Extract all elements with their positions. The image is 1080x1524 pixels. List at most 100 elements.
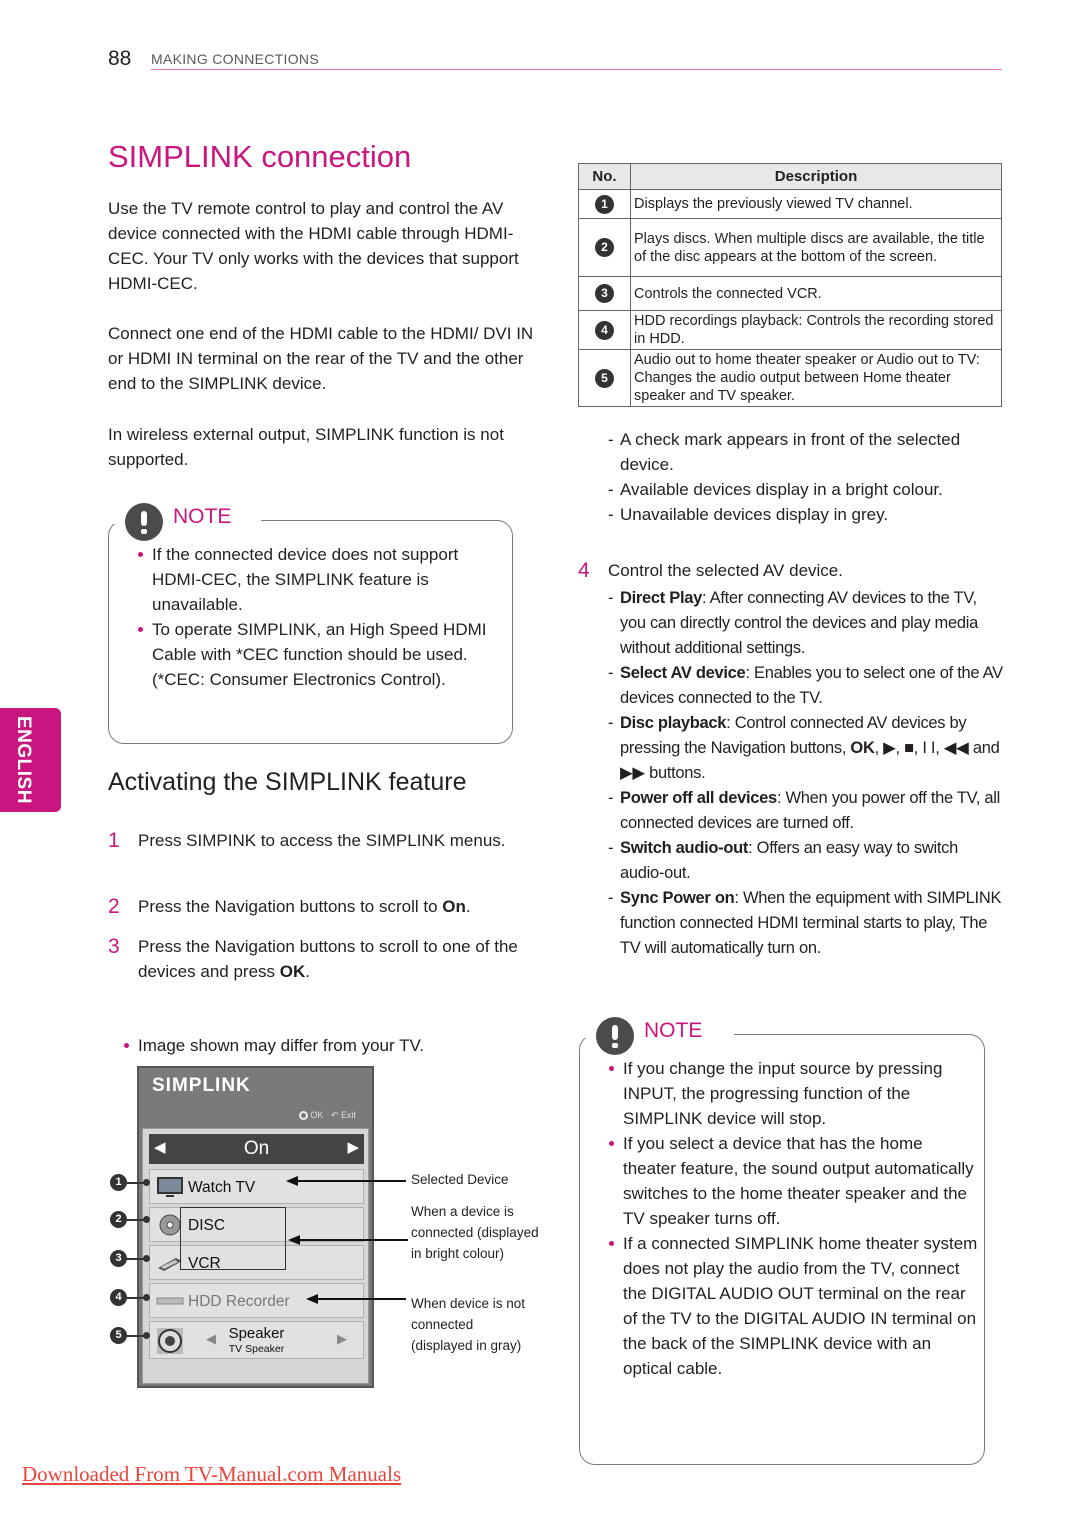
note-list: If you change the input source by pressi…: [608, 1056, 978, 1381]
table-row: 3 Controls the connected VCR.: [578, 276, 1002, 311]
step-bold: On: [442, 897, 466, 916]
note-item: If you change the input source by pressi…: [608, 1056, 978, 1131]
back-icon: ↶: [330, 1110, 339, 1120]
arrow-line: [316, 1298, 406, 1300]
callout-number: 1: [110, 1174, 127, 1191]
device-label: Speaker: [228, 1325, 285, 1342]
language-tab-label: ENGLISH: [13, 716, 34, 804]
table-row: 1 Displays the previously viewed TV chan…: [578, 189, 1002, 219]
page-number: 88: [108, 47, 132, 70]
step-number: 3: [108, 935, 120, 958]
hint-ok: OK: [310, 1110, 324, 1120]
ok-icon: [298, 1111, 308, 1121]
speaker-right-arrow-icon[interactable]: ▶: [337, 1331, 347, 1347]
arrow-left-icon: [288, 1235, 300, 1245]
hint-exit: Exit: [340, 1110, 356, 1120]
dash-item: Unavailable devices display in grey.: [608, 502, 1008, 527]
right-arrow-icon[interactable]: ▶: [347, 1138, 359, 1156]
description-table: No. Description 1 Displays the previousl…: [578, 163, 1002, 407]
section-subtitle: Activating the SIMPLINK feature: [108, 768, 467, 796]
device-display-notes: A check mark appears in front of the sel…: [608, 427, 1008, 527]
section-title: MAKING CONNECTIONS: [151, 51, 319, 67]
device-row-watch-tv[interactable]: Watch TV: [149, 1169, 364, 1204]
callout-number: 3: [110, 1250, 127, 1267]
arrow-left-icon: [286, 1176, 298, 1186]
mode-value: On: [243, 1138, 270, 1159]
device-label: Watch TV: [188, 1179, 256, 1196]
row-description: Audio out to home theater speaker or Aud…: [630, 349, 1002, 407]
feature-item: Select AV device: Enables you to select …: [608, 661, 1003, 711]
row-description: HDD recordings playback: Controls the re…: [630, 310, 1002, 350]
footer-source-link[interactable]: Downloaded From TV-Manual.com Manuals: [22, 1462, 401, 1487]
exclamation-icon: [596, 1017, 634, 1055]
step-number: 2: [108, 895, 120, 918]
step-text: Control the selected AV device.: [608, 561, 843, 580]
header-divider: [151, 69, 1002, 70]
row-number: 4: [595, 320, 614, 340]
language-tab: ENGLISH: [0, 708, 61, 812]
intro-paragraph: In wireless external output, SIMPLINK fu…: [108, 425, 504, 469]
row-number: 1: [595, 194, 614, 214]
dash-item: Available devices display in a bright co…: [608, 477, 1008, 502]
header-no: No.: [578, 163, 631, 190]
arrow-left-icon: [306, 1294, 318, 1304]
step-text: Press SIMPINK to access the SIMPLINK men…: [138, 831, 506, 850]
feature-item: Direct Play: After connecting AV devices…: [608, 586, 1003, 661]
arrow-line: [296, 1180, 406, 1182]
header-description: Description: [630, 163, 1002, 190]
note-item: If a connected SIMPLINK home theater sys…: [608, 1231, 978, 1381]
feature-term: Switch audio-out: [620, 839, 749, 857]
dash-item: A check mark appears in front of the sel…: [608, 427, 1008, 477]
callout-number: 4: [110, 1289, 127, 1306]
image-note: Image shown may differ from your TV.: [123, 1033, 523, 1058]
note-list: If the connected device does not support…: [137, 542, 507, 692]
device-row-speaker[interactable]: ◀ Speaker TV Speaker ▶: [149, 1321, 364, 1359]
legend-connected: When a device is connected (displayed in…: [411, 1204, 539, 1261]
image-note-item: Image shown may differ from your TV.: [123, 1033, 523, 1058]
intro-paragraph: Connect one end of the HDMI cable to the…: [108, 324, 534, 393]
step-text-end: .: [305, 962, 310, 981]
callout-dot: [143, 1216, 150, 1223]
av-control-list: Direct Play: After connecting AV devices…: [608, 586, 1003, 961]
feature-item: Disc playback: Control connected AV devi…: [608, 711, 1003, 786]
step-number: 4: [578, 559, 590, 582]
table-row: 5 Audio out to home theater speaker or A…: [578, 349, 1002, 407]
step-text-end: .: [465, 897, 471, 916]
device-row-hdd-recorder[interactable]: HDD Recorder: [149, 1283, 364, 1318]
row-number: 2: [595, 238, 614, 257]
arrow-line: [298, 1239, 408, 1241]
callout-number: 5: [110, 1327, 127, 1344]
table-header-row: No. Description: [578, 163, 1002, 190]
intro-paragraph: Use the TV remote control to play and co…: [108, 199, 519, 293]
feature-term: Direct Play: [620, 589, 702, 607]
note-item: If the connected device does not support…: [137, 542, 507, 617]
step-text: Press the Navigation buttons to scroll t…: [138, 937, 518, 981]
table-row: 4 HDD recordings playback: Controls the …: [578, 310, 1002, 350]
simplink-logo: SIMPLINK: [152, 1075, 251, 1096]
table-row: 2 Plays discs. When multiple discs are a…: [578, 218, 1002, 277]
row-description: Displays the previously viewed TV channe…: [630, 189, 1002, 219]
callout-dot: [143, 1332, 150, 1339]
feature-item: Power off all devices: When you power of…: [608, 786, 1003, 836]
feature-term: Sync Power on: [620, 889, 735, 907]
legend-selected: Selected Device: [411, 1172, 509, 1187]
note-label: NOTE: [173, 505, 232, 528]
step-number: 1: [108, 829, 120, 852]
connected-devices-highlight: [180, 1207, 286, 1270]
callout-dot: [143, 1294, 150, 1301]
screen-hints: OK ↶ Exit: [298, 1110, 356, 1121]
exclamation-icon: [125, 503, 163, 541]
row-description: Plays discs. When multiple discs are ava…: [630, 218, 1002, 277]
legend-not-connected: When device is not connected (displayed …: [411, 1296, 526, 1353]
callout-dot: [143, 1179, 150, 1186]
row-number: 5: [595, 368, 614, 388]
feature-item: Sync Power on: When the equipment with S…: [608, 886, 1003, 961]
tv-icon: [157, 1177, 183, 1197]
feature-item: Switch audio-out: Offers an easy way to …: [608, 836, 1003, 886]
feature-term: Select AV device: [620, 664, 746, 682]
step-text: Press the Navigation buttons to scroll t…: [138, 897, 443, 916]
note-label: NOTE: [644, 1019, 703, 1042]
device-sublabel: TV Speaker: [228, 1343, 285, 1355]
row-description: Controls the connected VCR.: [630, 276, 1002, 311]
mode-selector[interactable]: ◀ On ▶: [149, 1134, 364, 1164]
